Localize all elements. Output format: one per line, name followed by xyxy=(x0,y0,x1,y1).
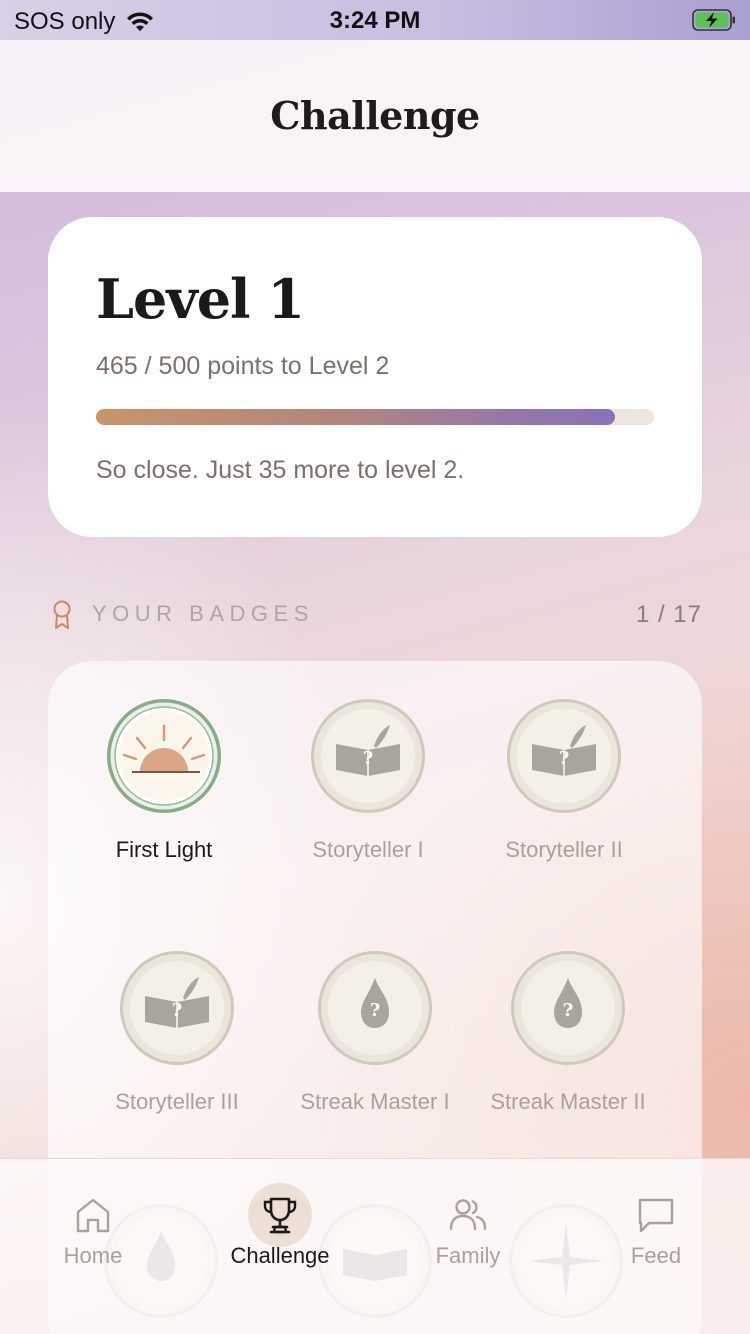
svg-text:?: ? xyxy=(563,1000,574,1021)
tab-label: Home xyxy=(63,1243,123,1268)
chat-bubble-icon xyxy=(638,1198,674,1233)
level-progress-fill xyxy=(96,409,615,425)
badge-label: Storyteller II xyxy=(505,837,623,862)
badge-storyteller-1[interactable]: ? Storyteller I xyxy=(273,698,463,863)
sunrise-icon xyxy=(107,699,221,813)
header: Challenge xyxy=(0,40,750,192)
status-time: 3:24 PM xyxy=(329,7,421,34)
level-title: Level 1 xyxy=(96,267,305,331)
badge-streak-master-2[interactable]: ? Streak Master II xyxy=(473,950,663,1115)
badge-label: Storyteller III xyxy=(115,1089,239,1114)
flame-icon: ? xyxy=(511,951,625,1065)
level-card: Level 1 465 / 500 points to Level 2 So c… xyxy=(48,217,702,537)
svg-text:?: ? xyxy=(172,1000,183,1021)
badge-label: First Light xyxy=(115,837,213,862)
home-icon xyxy=(76,1198,110,1233)
badge-label: Streak Master I xyxy=(300,1089,450,1114)
book-quill-icon: ? xyxy=(120,951,234,1065)
book-quill-icon: ? xyxy=(311,699,425,813)
svg-text:?: ? xyxy=(370,1000,381,1021)
points-text: 465 / 500 points to Level 2 xyxy=(96,352,390,380)
svg-text:?: ? xyxy=(559,748,570,769)
book-quill-icon: ? xyxy=(507,699,621,813)
badges-count: 1 / 17 xyxy=(635,601,702,628)
badge-streak-master-1[interactable]: ? Streak Master I xyxy=(280,950,470,1115)
page-title: Challenge xyxy=(270,93,480,138)
badge-storyteller-2[interactable]: ? Storyteller II xyxy=(469,698,659,863)
badge-storyteller-3[interactable]: ? Storyteller III xyxy=(82,950,272,1115)
tab-label: Challenge xyxy=(230,1243,330,1268)
tab-bar: Home Challenge Family Feed xyxy=(0,1158,750,1334)
badge-label: Storyteller I xyxy=(312,837,424,862)
badges-section-label: YOUR BADGES xyxy=(92,601,314,626)
progress-message: So close. Just 35 more to level 2. xyxy=(96,456,465,484)
svg-text:?: ? xyxy=(363,748,374,769)
tab-label: Feed xyxy=(630,1243,682,1268)
tab-label: Family xyxy=(435,1243,501,1268)
flame-icon: ? xyxy=(318,951,432,1065)
level-progress-bar xyxy=(96,409,654,425)
trophy-icon xyxy=(263,1197,297,1234)
tab-feed[interactable]: Feed xyxy=(586,1159,726,1279)
badge-label: Streak Master II xyxy=(490,1089,646,1114)
tab-family[interactable]: Family xyxy=(398,1159,538,1279)
tab-home[interactable]: Home xyxy=(23,1159,163,1279)
tab-challenge[interactable]: Challenge xyxy=(210,1159,350,1279)
badge-first-light[interactable]: First Light xyxy=(69,698,259,863)
people-icon xyxy=(449,1199,487,1231)
badges-section-header: YOUR BADGES 1 / 17 xyxy=(48,598,702,632)
ribbon-icon xyxy=(53,600,71,629)
status-bar: SOS only 3:24 PM xyxy=(0,0,750,40)
battery-icon xyxy=(692,9,735,31)
